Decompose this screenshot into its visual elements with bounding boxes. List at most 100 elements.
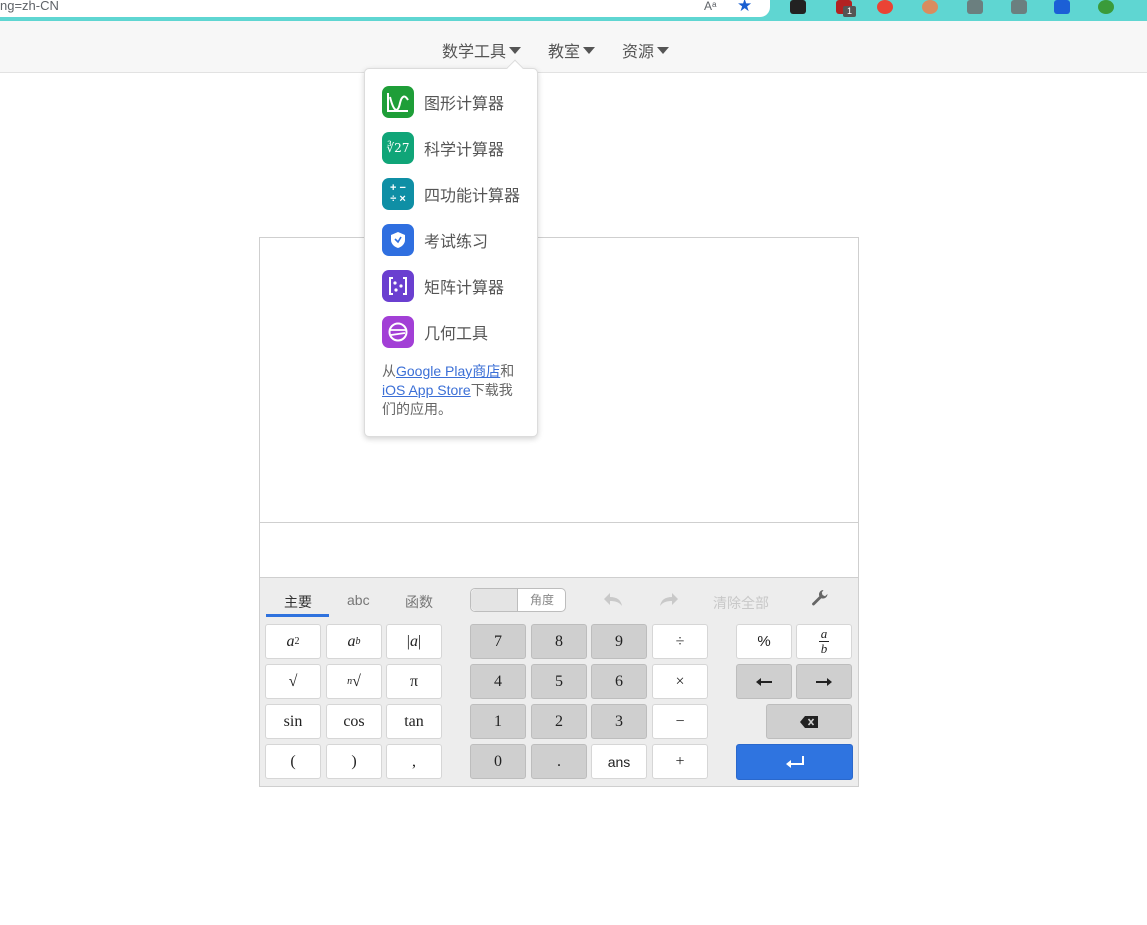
degree-option[interactable]: 角度 <box>519 589 565 611</box>
undo-icon[interactable] <box>602 591 624 607</box>
key-comma[interactable]: , <box>386 744 442 779</box>
menu-item-matrix-calculator[interactable]: 矩阵计算器 <box>382 270 504 302</box>
extension-icon-1[interactable] <box>790 0 806 14</box>
keypad: 主要 abc 函数 角度 清除全部 a2 ab | a | √ n √ π sin c… <box>260 578 858 786</box>
read-aloud-icon[interactable]: Aᵃ <box>704 0 716 13</box>
redo-icon[interactable] <box>658 591 680 607</box>
extension-icon-6[interactable] <box>1011 0 1027 14</box>
store-link[interactable]: 商店 <box>472 363 500 379</box>
menu-item-test-practice[interactable]: 考试练习 <box>382 224 488 256</box>
key-0[interactable]: 0 <box>470 744 526 779</box>
active-tab-indicator <box>266 614 329 617</box>
clear-all-button[interactable]: 清除全部 <box>713 593 769 613</box>
key-plus[interactable]: + <box>652 744 708 779</box>
key-power[interactable]: ab <box>326 624 382 659</box>
menu-item-label: 图形计算器 <box>424 96 505 113</box>
nav-classroom[interactable]: 教室 <box>548 38 596 62</box>
key-2[interactable]: 2 <box>531 704 587 739</box>
test-practice-icon <box>382 224 414 256</box>
key-ans[interactable]: ans <box>591 744 647 779</box>
scientific-calculator-icon: ∛27 <box>382 132 414 164</box>
nav-resources[interactable]: 资源 <box>622 38 670 62</box>
tab-main[interactable]: 主要 <box>284 592 312 612</box>
footer-and: 和 <box>500 363 515 379</box>
browser-toolbar: ng=zh-CN Aᵃ ★ 1 <box>0 0 1147 21</box>
google-extension-icon[interactable] <box>877 0 893 14</box>
key-sqrt[interactable]: √ <box>265 664 321 699</box>
key-4[interactable]: 4 <box>470 664 526 699</box>
backspace-icon <box>800 715 818 728</box>
extension-icon-5[interactable] <box>967 0 983 14</box>
key-1[interactable]: 1 <box>470 704 526 739</box>
key-divide[interactable]: ÷ <box>652 624 708 659</box>
nav-math-tools-label: 数学工具 <box>442 44 507 61</box>
arrow-right-icon <box>816 677 832 686</box>
key-cursor-left[interactable] <box>736 664 792 699</box>
key-fraction[interactable]: a b <box>796 624 852 659</box>
tab-abc[interactable]: abc <box>347 592 370 608</box>
angle-mode-toggle[interactable]: 角度 <box>470 588 566 612</box>
chevron-down-icon <box>657 46 670 54</box>
menu-item-scientific-calculator[interactable]: ∛27 科学计算器 <box>382 132 504 164</box>
key-tan[interactable]: tan <box>386 704 442 739</box>
key-percent[interactable]: % <box>736 624 792 659</box>
calculator-history-display <box>260 238 858 523</box>
key-9[interactable]: 9 <box>591 624 647 659</box>
enter-icon <box>785 756 804 768</box>
footer-prefix: 从 <box>382 363 396 379</box>
radian-option[interactable] <box>471 589 518 611</box>
key-5[interactable]: 5 <box>531 664 587 699</box>
nav-resources-label: 资源 <box>622 44 655 61</box>
ios-app-store-link[interactable]: iOS App Store <box>382 382 471 398</box>
extension-badge: 1 <box>843 6 856 17</box>
url-text: ng=zh-CN <box>0 0 59 13</box>
key-decimal[interactable]: . <box>531 744 587 779</box>
app-download-text: 从Google Play商店和 iOS App Store下载我们的应用。 <box>382 362 522 419</box>
top-nav: 数学工具 教室 资源 <box>0 21 1147 73</box>
key-3[interactable]: 3 <box>591 704 647 739</box>
key-pi[interactable]: π <box>386 664 442 699</box>
chevron-down-icon <box>583 46 596 54</box>
menu-item-label: 科学计算器 <box>424 142 505 159</box>
math-tools-dropdown: 图形计算器 ∛27 科学计算器 + − ÷ × 四功能计算器 考试练习 矩阵计算器… <box>364 68 538 437</box>
key-abs[interactable]: | a | <box>386 624 442 659</box>
key-multiply[interactable]: × <box>652 664 708 699</box>
nav-classroom-label: 教室 <box>548 44 581 61</box>
key-8[interactable]: 8 <box>531 624 587 659</box>
key-cos[interactable]: cos <box>326 704 382 739</box>
nav-math-tools[interactable]: 数学工具 <box>442 38 522 62</box>
key-enter[interactable] <box>736 744 853 780</box>
key-open-paren[interactable]: ( <box>265 744 321 779</box>
key-nth-root[interactable]: n √ <box>326 664 382 699</box>
key-backspace[interactable] <box>766 704 852 739</box>
menu-item-graphing-calculator[interactable]: 图形计算器 <box>382 86 504 118</box>
arrow-left-icon <box>756 677 772 686</box>
menu-item-label: 几何工具 <box>424 326 489 343</box>
key-cursor-right[interactable] <box>796 664 852 699</box>
menu-item-label: 四功能计算器 <box>424 188 521 205</box>
extension-icon-8[interactable] <box>1098 0 1114 14</box>
wrench-icon[interactable] <box>811 589 829 607</box>
menu-item-label: 矩阵计算器 <box>424 280 505 297</box>
menu-item-geometry-tool[interactable]: 几何工具 <box>382 316 488 348</box>
key-square[interactable]: a2 <box>265 624 321 659</box>
key-minus[interactable]: − <box>652 704 708 739</box>
expression-input[interactable] <box>260 523 858 578</box>
fraction-denominator: b <box>820 641 828 656</box>
chevron-down-icon <box>509 46 522 54</box>
key-sin[interactable]: sin <box>265 704 321 739</box>
graphing-calculator-icon <box>382 86 414 118</box>
password-manager-icon[interactable] <box>1054 0 1070 14</box>
tab-functions[interactable]: 函数 <box>405 592 433 612</box>
menu-item-four-function-calculator[interactable]: + − ÷ × 四功能计算器 <box>382 178 520 210</box>
google-play-link[interactable]: Google Play <box>396 363 472 379</box>
key-7[interactable]: 7 <box>470 624 526 659</box>
address-bar[interactable]: ng=zh-CN Aᵃ ★ <box>0 0 770 17</box>
calculator: 主要 abc 函数 角度 清除全部 a2 ab | a | √ n √ π sin c… <box>259 237 859 787</box>
bookmark-star-icon[interactable]: ★ <box>737 0 752 16</box>
key-close-paren[interactable]: ) <box>326 744 382 779</box>
menu-item-label: 考试练习 <box>424 234 489 251</box>
matrix-calculator-icon <box>382 270 414 302</box>
extension-icon-4[interactable] <box>922 0 938 14</box>
key-6[interactable]: 6 <box>591 664 647 699</box>
